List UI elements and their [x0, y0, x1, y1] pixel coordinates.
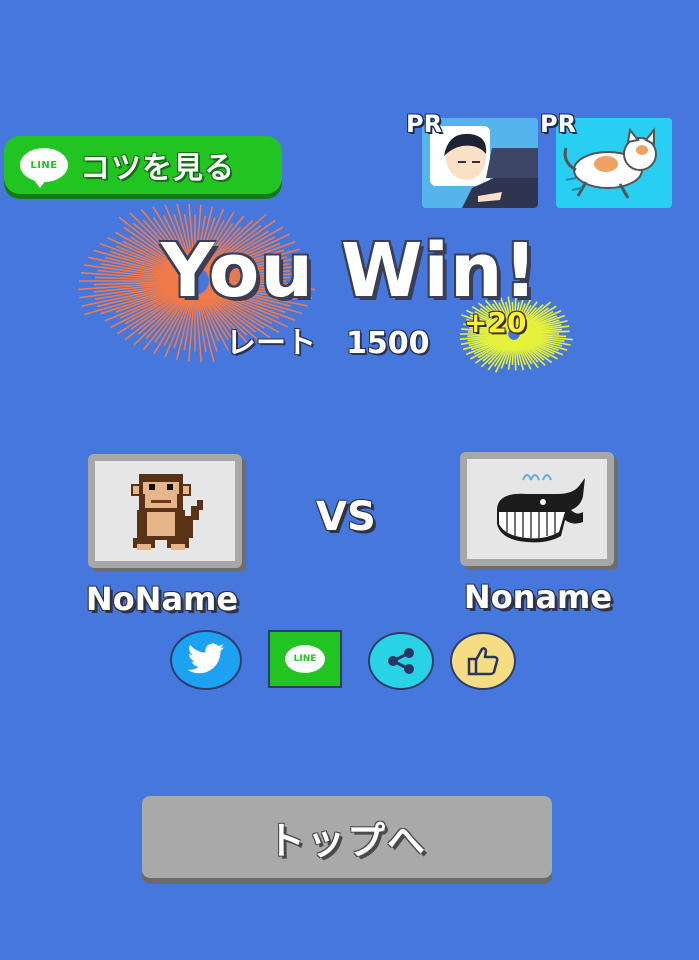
twitter-share-button[interactable]	[170, 630, 242, 690]
monkey-pixel-icon	[131, 474, 203, 550]
line-icon-text: LINE	[30, 159, 58, 171]
line-tips-button[interactable]: LINE コツを見る	[4, 136, 282, 194]
like-button[interactable]	[450, 632, 516, 690]
top-button-label: トップへ	[266, 818, 427, 863]
rate-row: レート 1500	[226, 318, 430, 362]
line-share-text: LINE	[293, 654, 317, 664]
player2-name: Noname	[463, 578, 613, 616]
result-title: You Win!	[160, 228, 539, 314]
thumbs-up-icon	[467, 647, 499, 676]
line-share-icon: LINE	[285, 645, 325, 673]
whale-pixel-icon	[497, 474, 585, 543]
player2-avatar	[460, 452, 614, 566]
line-share-button[interactable]: LINE	[268, 630, 342, 688]
tips-button-label: コツを見る	[80, 151, 235, 186]
vs-label: VS	[316, 494, 376, 540]
rate-label: レート	[226, 326, 316, 361]
player1-name: NoName	[85, 580, 239, 618]
pr-label-2: PR	[540, 110, 577, 138]
player1-avatar	[88, 454, 242, 568]
rate-value: 1500	[346, 326, 430, 361]
share-nodes-icon	[388, 648, 414, 674]
twitter-bird-icon	[187, 643, 225, 674]
top-button[interactable]: トップへ	[142, 796, 552, 878]
rate-delta: +20	[464, 306, 527, 339]
pr-label-1: PR	[406, 110, 443, 138]
line-icon: LINE	[20, 148, 68, 188]
share-button[interactable]	[368, 632, 434, 690]
